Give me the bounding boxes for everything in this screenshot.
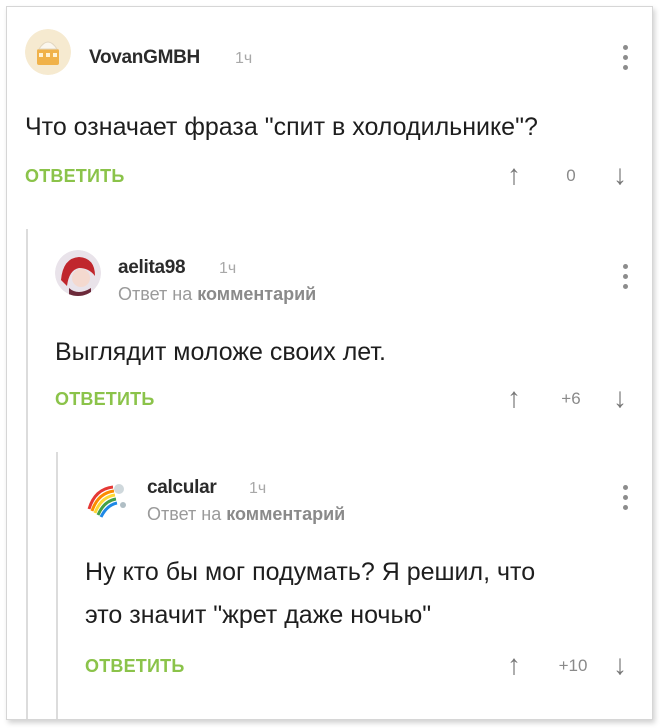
reply-to-prefix: Ответ на [147,504,222,524]
comment-text-line-2: это значит "жрет даже ночью" [85,601,432,629]
arrow-up-icon[interactable]: ↑ [507,651,521,679]
avatar[interactable] [85,475,131,521]
arrow-down-icon[interactable]: ↓ [613,651,627,679]
avatar-image [85,475,131,521]
comment-calcular: calcular 1ч Ответ на комментарий Ну кто … [7,7,652,719]
reply-to-link[interactable]: комментарий [226,504,345,524]
more-vertical-icon[interactable] [622,485,628,513]
username[interactable]: calcular [147,477,217,499]
comment-text-line-1: Ну кто бы мог подумать? Я решил, что [85,558,536,586]
reply-button[interactable]: ОТВЕТИТЬ [85,656,184,677]
comment-time: 1ч [249,480,267,497]
comments-frame: VovanGMBH 1ч Что означает фраза "спит в … [6,6,653,720]
reply-to-line: Ответ на комментарий [147,504,345,525]
comment-rating: +10 [558,656,588,675]
